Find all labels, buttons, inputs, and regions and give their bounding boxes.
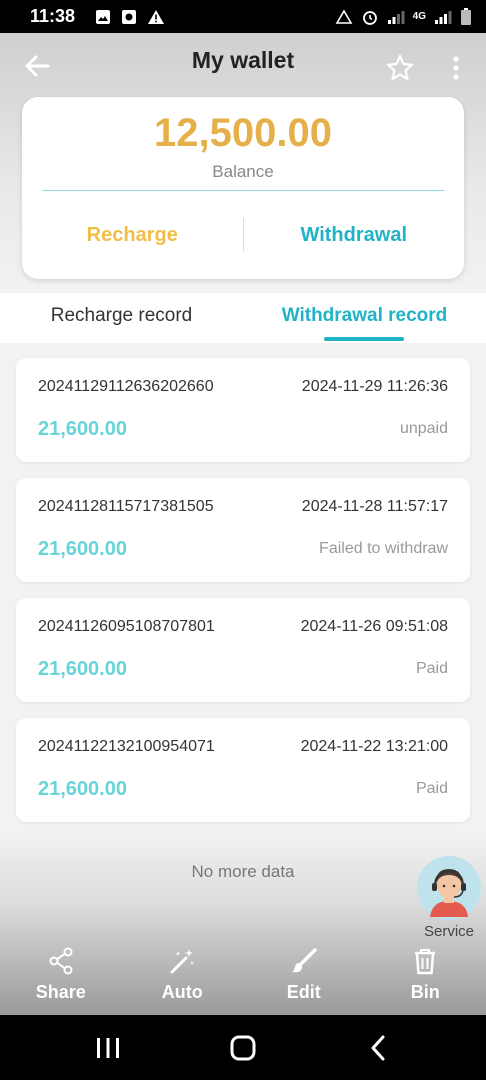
record-status: Failed to withdraw	[319, 540, 448, 557]
status-time: 11:38	[30, 6, 76, 26]
recent-apps-icon	[96, 1037, 119, 1058]
system-navigation-bar	[0, 1015, 486, 1080]
customer-service-icon	[417, 856, 481, 920]
auto-button[interactable]: Auto	[132, 940, 232, 1015]
list-item[interactable]: 20241129112636202660 2024-11-29 11:26:36…	[16, 358, 470, 462]
record-time: 2024-11-22 13:21:00	[300, 738, 448, 755]
edit-button[interactable]: Edit	[254, 940, 354, 1015]
signal-icon	[387, 9, 405, 25]
balance-label: Balance	[212, 162, 274, 181]
list-item[interactable]: 20241122132100954071 2024-11-22 13:21:00…	[16, 718, 470, 822]
share-label: Share	[35, 982, 86, 1002]
record-status: unpaid	[399, 420, 448, 437]
record-amount: 21,600.00	[38, 778, 127, 800]
record-status: Paid	[415, 780, 448, 797]
record-tabs: Recharge record Withdrawal record	[0, 293, 486, 343]
image-icon	[95, 9, 111, 25]
tab-label: Withdrawal record	[281, 305, 448, 326]
record-order-id: 20241122132100954071	[38, 738, 215, 755]
battery-icon	[460, 7, 472, 26]
bin-label: Bin	[410, 982, 440, 1002]
network-type-icon: 4G	[412, 11, 426, 22]
magic-wand-icon	[170, 949, 195, 974]
auto-label: Auto	[161, 982, 203, 1002]
tab-withdrawal-record[interactable]: Withdrawal record	[243, 293, 486, 343]
balance-card: 12,500.00 Balance Recharge Withdrawal	[22, 97, 464, 279]
record-order-id: 20241126095108707801	[38, 618, 215, 635]
edit-label: Edit	[286, 982, 321, 1002]
home-button[interactable]	[213, 1023, 273, 1073]
signal-icon	[434, 9, 452, 25]
recharge-button[interactable]: Recharge	[22, 224, 243, 247]
recent-apps-button[interactable]	[78, 1023, 138, 1073]
record-time: 2024-11-28 11:57:17	[301, 498, 448, 515]
more-options-icon[interactable]	[448, 55, 464, 86]
record-status: Paid	[415, 660, 448, 677]
tab-label: Recharge record	[50, 305, 193, 326]
record-amount: 21,600.00	[38, 418, 127, 440]
alarm-icon	[361, 8, 379, 26]
record-order-id: 20241129112636202660	[38, 378, 214, 395]
withdrawal-button[interactable]: Withdrawal	[244, 224, 465, 247]
share-button[interactable]: Share	[11, 940, 111, 1015]
trash-icon	[415, 949, 436, 975]
system-back-button[interactable]	[348, 1023, 408, 1073]
record-time: 2024-11-26 09:51:08	[300, 618, 448, 635]
wallet-actions: Recharge Withdrawal	[22, 217, 464, 253]
service-button[interactable]	[416, 855, 482, 921]
tab-recharge-record[interactable]: Recharge record	[0, 293, 243, 343]
notification-icon	[121, 9, 137, 25]
record-amount: 21,600.00	[38, 538, 127, 560]
service-label: Service	[423, 923, 475, 940]
record-order-id: 20241128115717381505	[38, 498, 214, 515]
brush-icon	[291, 948, 317, 973]
status-bar: 11:38 4G	[0, 0, 486, 33]
record-time: 2024-11-29 11:26:36	[301, 378, 448, 395]
record-amount: 21,600.00	[38, 658, 127, 680]
withdrawal-record-list: 20241129112636202660 2024-11-29 11:26:36…	[16, 358, 470, 838]
list-item[interactable]: 20241128115717381505 2024-11-28 11:57:17…	[16, 478, 470, 582]
home-icon	[230, 1035, 256, 1060]
share-icon	[49, 947, 73, 975]
bottom-toolbar: Share Auto Edit Bin	[0, 940, 486, 1015]
star-icon[interactable]	[385, 53, 415, 88]
data-saver-icon	[335, 8, 353, 25]
divider	[42, 190, 444, 191]
bin-button[interactable]: Bin	[375, 940, 475, 1015]
back-chevron-icon	[371, 1035, 385, 1060]
list-item[interactable]: 20241126095108707801 2024-11-26 09:51:08…	[16, 598, 470, 702]
warning-icon	[147, 9, 165, 25]
no-more-data-text: No more data	[191, 862, 295, 881]
active-tab-indicator	[324, 337, 404, 341]
balance-amount: 12,500.00	[154, 111, 332, 155]
